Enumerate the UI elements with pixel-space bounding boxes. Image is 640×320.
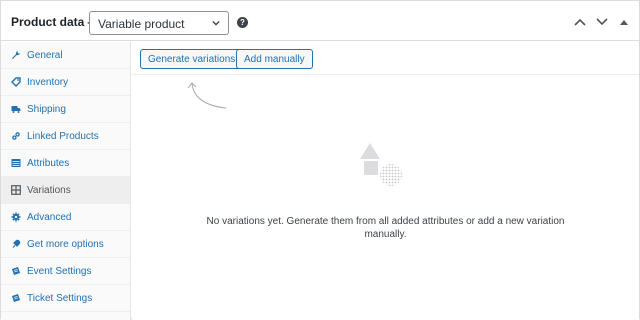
- tab-general[interactable]: General: [1, 42, 130, 69]
- add-manually-button[interactable]: Add manually: [236, 49, 313, 69]
- wrench-icon: [12, 51, 20, 59]
- product-type-value: Variable product: [98, 17, 185, 31]
- tab-label: Get more options: [27, 238, 104, 250]
- tab-variations[interactable]: Variations: [1, 177, 130, 204]
- generate-variations-button[interactable]: Generate variations: [140, 49, 244, 69]
- product-data-tabs: General Inventory Shipping Linked Produc…: [1, 42, 131, 320]
- chevron-down-icon: [212, 20, 220, 26]
- tab-label: Ticket Settings: [27, 292, 93, 304]
- tab-linked-products[interactable]: Linked Products: [1, 123, 130, 150]
- grid-icon: [11, 185, 21, 195]
- plugin-icon: [12, 239, 21, 248]
- tab-ticket-settings[interactable]: Ticket Settings: [1, 285, 130, 312]
- variations-toolbar: Generate variations Add manually: [132, 42, 639, 75]
- chevron-down-icon[interactable]: [596, 17, 608, 27]
- tab-advanced[interactable]: Advanced: [1, 204, 130, 231]
- tab-label: General: [27, 49, 63, 61]
- tab-label: Linked Products: [27, 130, 99, 142]
- tab-label: Inventory: [27, 76, 69, 88]
- tab-inventory[interactable]: Inventory: [1, 69, 130, 96]
- tab-attributes[interactable]: Attributes: [1, 150, 130, 177]
- curved-arrow-icon: [187, 82, 227, 109]
- triangle-up-icon[interactable]: [618, 17, 630, 27]
- product-data-panel: Product data — Variable product ? Genera…: [0, 0, 640, 320]
- tab-shipping[interactable]: Shipping: [1, 96, 130, 123]
- link-icon: [12, 132, 20, 140]
- tab-label: Advanced: [27, 211, 72, 223]
- tab-event-settings[interactable]: Event Settings: [1, 258, 130, 285]
- empty-state-message: No variations yet. Generate them from al…: [206, 216, 565, 240]
- product-type-select[interactable]: Variable product: [89, 11, 229, 35]
- ticket-icon: [12, 267, 20, 275]
- table-icon: [11, 159, 21, 167]
- gear-icon: [11, 212, 21, 222]
- tab-label: Shipping: [27, 103, 66, 115]
- tab-label: Event Settings: [27, 265, 92, 277]
- tab-label: Variations: [27, 184, 71, 196]
- panel-header: Product data — Variable product ?: [1, 1, 639, 41]
- variations-panel: Generate variations Add manually No vari…: [132, 42, 639, 320]
- chevron-up-icon[interactable]: [574, 17, 586, 27]
- truck-icon: [11, 106, 21, 113]
- ticket-icon: [12, 294, 20, 302]
- tag-icon: [11, 77, 21, 87]
- question-icon[interactable]: ?: [237, 17, 248, 28]
- tab-label: Attributes: [27, 157, 70, 169]
- shapes-icon: [360, 143, 402, 186]
- tab-get-more-options[interactable]: Get more options: [1, 231, 130, 258]
- panel-title: Product data —: [11, 15, 100, 29]
